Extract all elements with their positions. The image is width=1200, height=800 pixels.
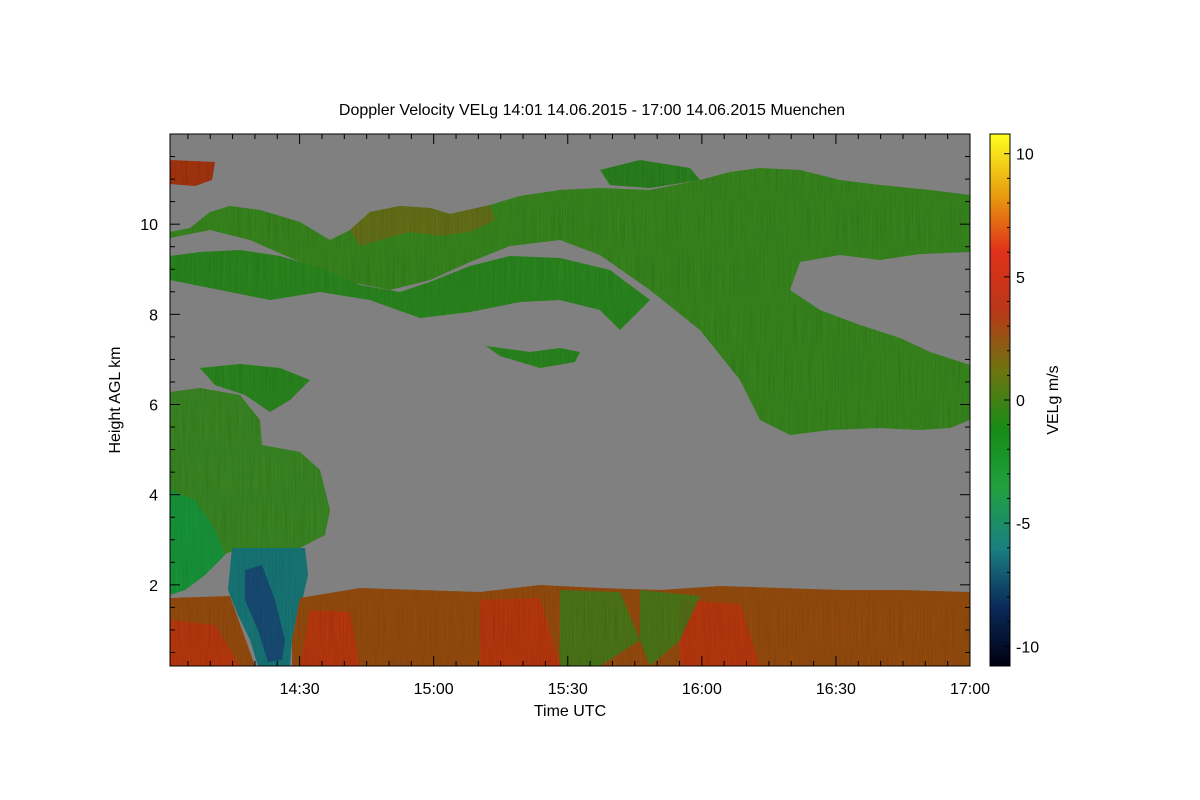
- x-tick-label: 15:30: [548, 681, 588, 698]
- doppler-velocity-chart: Doppler Velocity VELg 14:01 14.06.2015 -…: [107, 102, 1062, 720]
- chart-title: Doppler Velocity VELg 14:01 14.06.2015 -…: [339, 102, 845, 119]
- colorbar-label: VELg m/s: [1045, 365, 1062, 434]
- colorbar-tick-label: 5: [1016, 270, 1025, 287]
- y-tick-label: 4: [149, 488, 158, 505]
- y-tick-label: 10: [140, 217, 158, 234]
- y-tick-label: 2: [149, 578, 158, 595]
- x-tick-label: 16:30: [816, 681, 856, 698]
- colorbar-tick-label: 10: [1016, 147, 1034, 164]
- colorbar-tick-label: -10: [1016, 639, 1039, 656]
- x-axis-label: Time UTC: [534, 703, 606, 720]
- x-tick-label: 15:00: [414, 681, 454, 698]
- y-tick-label: 6: [149, 398, 158, 415]
- y-tick-label: 8: [149, 307, 158, 324]
- colorbar-tick-label: -5: [1016, 516, 1030, 533]
- x-tick-label: 14:30: [280, 681, 320, 698]
- y-axis-label: Height AGL km: [107, 346, 124, 453]
- colorbar-tick-label: 0: [1016, 393, 1025, 410]
- x-tick-label: 16:00: [682, 681, 722, 698]
- x-tick-label: 17:00: [950, 681, 990, 698]
